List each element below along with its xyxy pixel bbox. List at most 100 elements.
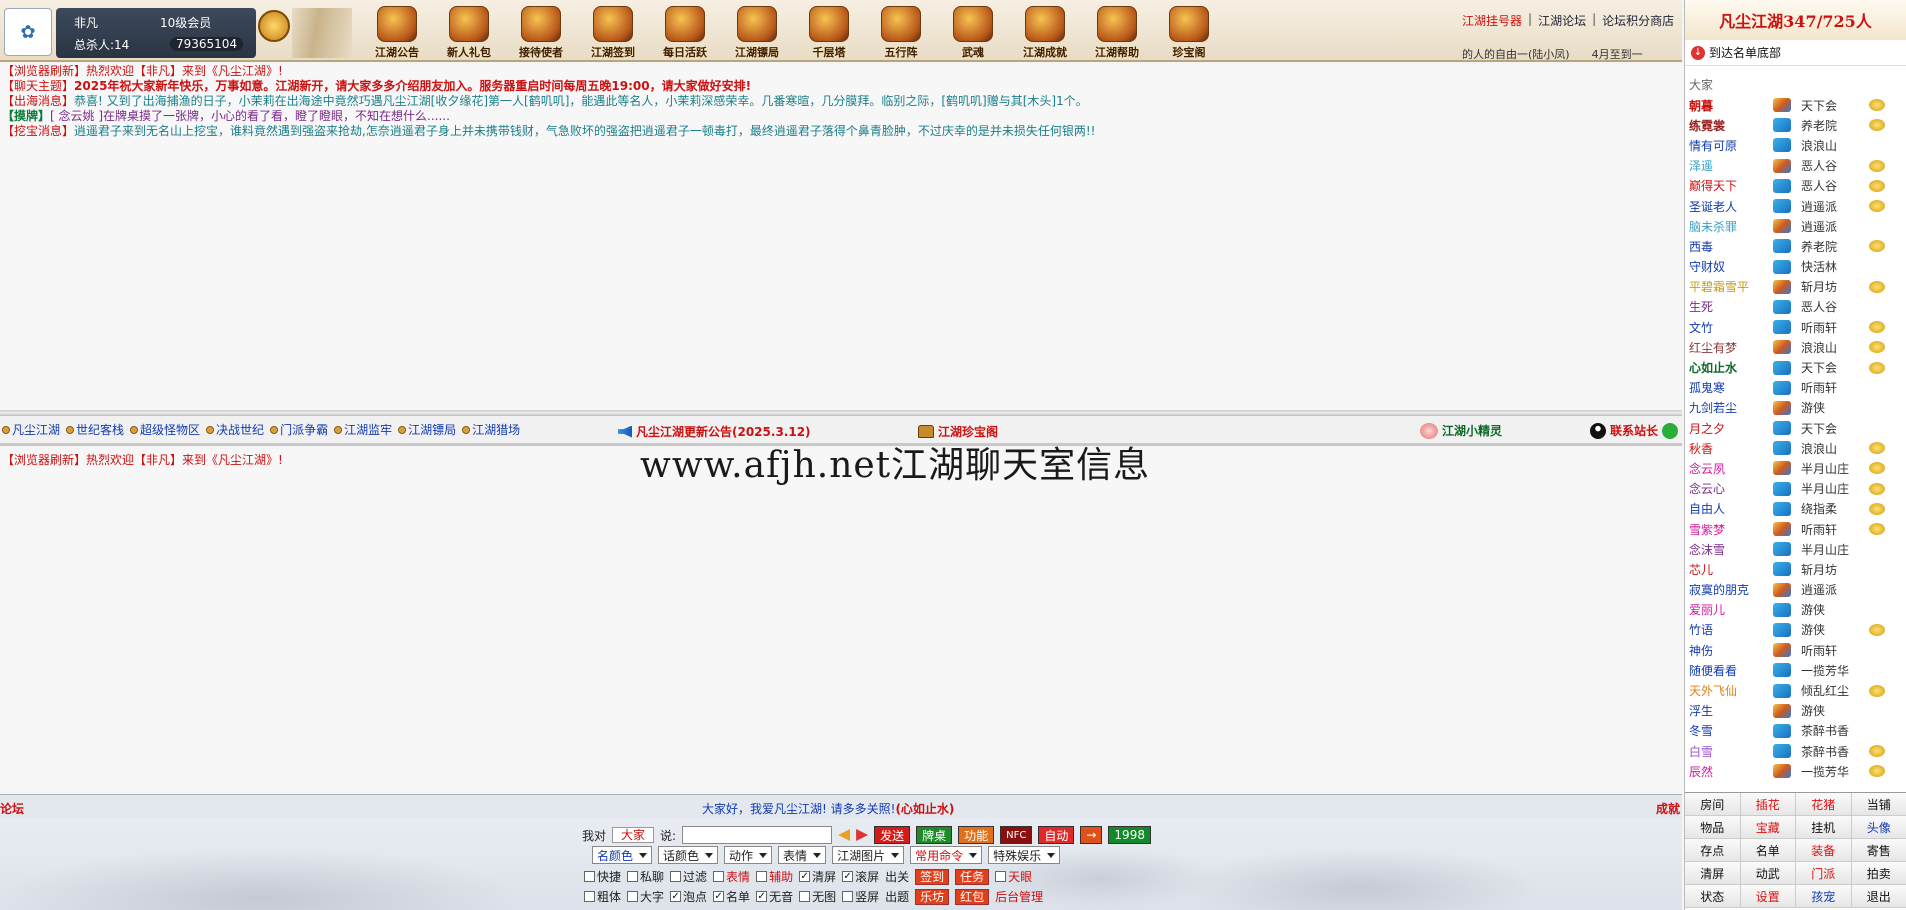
option-checkbox[interactable]: 快捷 bbox=[584, 868, 621, 885]
user-row[interactable]: 情有可原 浪浪山 bbox=[1685, 135, 1906, 155]
option-checkbox[interactable]: 竖屏 bbox=[842, 888, 879, 905]
quick-link-7[interactable]: 江湖猎场 bbox=[462, 421, 520, 438]
user-row[interactable]: 秋香 浪浪山 bbox=[1685, 438, 1906, 458]
user-name[interactable]: 平碧霜雪平 bbox=[1689, 278, 1773, 295]
user-row[interactable]: 随便看看 一揽芳华 bbox=[1685, 660, 1906, 680]
user-name[interactable]: 浮生 bbox=[1689, 702, 1773, 719]
nav-item-9[interactable]: 江湖成就 bbox=[1010, 2, 1080, 60]
option-checkbox[interactable]: ✓ 泡点 bbox=[670, 888, 707, 905]
link-register[interactable]: 江湖挂号器 bbox=[1462, 12, 1522, 29]
user-name[interactable]: 芯儿 bbox=[1689, 561, 1773, 578]
grid-button[interactable]: 退出 bbox=[1851, 885, 1906, 908]
user-name[interactable]: 辰然 bbox=[1689, 763, 1773, 780]
user-name[interactable]: 泽遥 bbox=[1689, 157, 1773, 174]
user-row[interactable]: 西毒 养老院 bbox=[1685, 236, 1906, 256]
nav-item-11[interactable]: 珍宝阁 bbox=[1154, 2, 1224, 60]
user-row[interactable]: 念云心 半月山庄 bbox=[1685, 479, 1906, 499]
user-row[interactable]: 守财奴 快活林 bbox=[1685, 257, 1906, 277]
user-row[interactable]: 爱丽儿 游侠 bbox=[1685, 600, 1906, 620]
link-forum-shop[interactable]: 论坛积分商店 bbox=[1602, 12, 1674, 29]
user-row[interactable]: 心如止水 天下会 bbox=[1685, 357, 1906, 377]
sprite-link[interactable]: 江湖小精灵 bbox=[1420, 422, 1502, 439]
user-row[interactable]: 浮生 游侠 bbox=[1685, 701, 1906, 721]
user-row[interactable]: 竹语 游侠 bbox=[1685, 620, 1906, 640]
user-row[interactable]: 练霓裳 养老院 bbox=[1685, 115, 1906, 135]
nav-item-0[interactable]: 江湖公告 bbox=[362, 2, 432, 60]
grid-button[interactable]: 设置 bbox=[1740, 885, 1796, 908]
admin-link[interactable]: 后台管理 bbox=[995, 888, 1043, 905]
leave-button[interactable]: 出关 bbox=[885, 868, 909, 885]
option-checkbox[interactable]: ✓ 无音 bbox=[756, 888, 793, 905]
user-row[interactable]: 自由人 绕指柔 bbox=[1685, 499, 1906, 519]
user-name[interactable]: 念云夙 bbox=[1689, 460, 1773, 477]
grid-button[interactable]: 孩宠 bbox=[1796, 885, 1852, 908]
user-row[interactable]: 泽遥 恶人谷 bbox=[1685, 156, 1906, 176]
option-checkbox[interactable]: ✓ 滚屏 bbox=[842, 868, 879, 885]
user-row[interactable]: 孤鬼寒 听雨轩 bbox=[1685, 378, 1906, 398]
achievement-link[interactable]: 成就 bbox=[1656, 800, 1680, 817]
user-name[interactable]: 圣诞老人 bbox=[1689, 198, 1773, 215]
checkbox-sky-eye[interactable]: 天眼 bbox=[995, 868, 1032, 885]
quick-link-2[interactable]: 超级怪物区 bbox=[130, 421, 200, 438]
action-select[interactable]: 动作 bbox=[724, 846, 773, 864]
option-checkbox[interactable]: 私聊 bbox=[627, 868, 664, 885]
forum-link[interactable]: 论坛 bbox=[0, 800, 24, 817]
nav-item-2[interactable]: 接待使者 bbox=[506, 2, 576, 60]
grid-button[interactable]: 名单 bbox=[1740, 839, 1796, 862]
auto-button[interactable]: 自动 bbox=[1038, 826, 1075, 844]
grid-button[interactable]: 清屏 bbox=[1685, 862, 1741, 885]
nfc-button[interactable]: NFC bbox=[1000, 826, 1033, 844]
user-row[interactable]: 九剑若尘 游侠 bbox=[1685, 398, 1906, 418]
quick-link-4[interactable]: 门派争霸 bbox=[270, 421, 328, 438]
user-row[interactable]: 圣诞老人 逍遥派 bbox=[1685, 196, 1906, 216]
user-name[interactable]: 白雪 bbox=[1689, 743, 1773, 760]
function-button[interactable]: 功能 bbox=[958, 826, 995, 844]
user-name[interactable]: 寂寞的朋克 bbox=[1689, 581, 1773, 598]
grid-button[interactable]: 宝藏 bbox=[1740, 816, 1796, 839]
user-row[interactable]: 芯儿 斩月坊 bbox=[1685, 559, 1906, 579]
user-name[interactable]: 生死 bbox=[1689, 298, 1773, 315]
user-name[interactable]: 雪紫梦 bbox=[1689, 521, 1773, 538]
user-row[interactable]: 冬雪 茶醉书香 bbox=[1685, 721, 1906, 741]
option-checkbox[interactable]: 表情 bbox=[713, 868, 750, 885]
user-name[interactable]: 文竹 bbox=[1689, 319, 1773, 336]
quick-link-3[interactable]: 决战世纪 bbox=[206, 421, 264, 438]
scroll-to-bottom-link[interactable]: ↓ 到达名单底部 bbox=[1685, 40, 1906, 66]
send-button[interactable]: 发送 bbox=[874, 826, 911, 844]
user-row[interactable]: 朝暮 天下会 bbox=[1685, 95, 1906, 115]
quick-link-0[interactable]: 凡尘江湖 bbox=[2, 421, 60, 438]
checkin-button[interactable]: 签到 bbox=[915, 868, 950, 885]
grid-button[interactable]: 动武 bbox=[1740, 862, 1796, 885]
user-name[interactable]: 孤鬼寒 bbox=[1689, 379, 1773, 396]
grid-button[interactable]: 头像 bbox=[1851, 816, 1906, 839]
user-row[interactable]: 脑未杀罪 逍遥派 bbox=[1685, 216, 1906, 236]
name-color-select[interactable]: 名颜色 bbox=[592, 846, 653, 864]
nav-item-3[interactable]: 江湖签到 bbox=[578, 2, 648, 60]
grid-button[interactable]: 状态 bbox=[1685, 885, 1741, 908]
wechat-icon[interactable] bbox=[1662, 422, 1679, 439]
user-row[interactable]: 月之夕 天下会 bbox=[1685, 418, 1906, 438]
user-name[interactable]: 自由人 bbox=[1689, 500, 1773, 517]
user-row[interactable]: 白雪 茶醉书香 bbox=[1685, 741, 1906, 761]
user-row[interactable]: 神伤 听雨轩 bbox=[1685, 640, 1906, 660]
user-row[interactable]: 巅得天下 恶人谷 bbox=[1685, 176, 1906, 196]
user-name[interactable]: 竹语 bbox=[1689, 621, 1773, 638]
user-name[interactable]: 巅得天下 bbox=[1689, 177, 1773, 194]
nav-item-8[interactable]: 武魂 bbox=[938, 2, 1008, 60]
user-name[interactable]: 九剑若尘 bbox=[1689, 399, 1773, 416]
update-notice-link[interactable]: 凡尘江湖更新公告(2025.3.12) bbox=[618, 423, 811, 440]
nav-item-10[interactable]: 江湖帮助 bbox=[1082, 2, 1152, 60]
user-name[interactable]: 爱丽儿 bbox=[1689, 601, 1773, 618]
fun-select[interactable]: 特殊娱乐 bbox=[988, 846, 1061, 864]
user-name[interactable]: 秋香 bbox=[1689, 440, 1773, 457]
nav-item-4[interactable]: 每日活跃 bbox=[650, 2, 720, 60]
option-checkbox[interactable]: 粗体 bbox=[584, 888, 621, 905]
treasure-link[interactable]: 江湖珍宝阁 bbox=[918, 423, 998, 440]
user-name[interactable]: 朝暮 bbox=[1689, 97, 1773, 114]
user-name[interactable]: 脑未杀罪 bbox=[1689, 218, 1773, 235]
link-forum[interactable]: 江湖论坛 bbox=[1538, 12, 1586, 29]
emotion-select[interactable]: 表情 bbox=[778, 846, 827, 864]
grid-button[interactable]: 花猪 bbox=[1796, 793, 1852, 816]
music-button[interactable]: 乐坊 bbox=[915, 888, 950, 905]
user-name[interactable]: 随便看看 bbox=[1689, 662, 1773, 679]
